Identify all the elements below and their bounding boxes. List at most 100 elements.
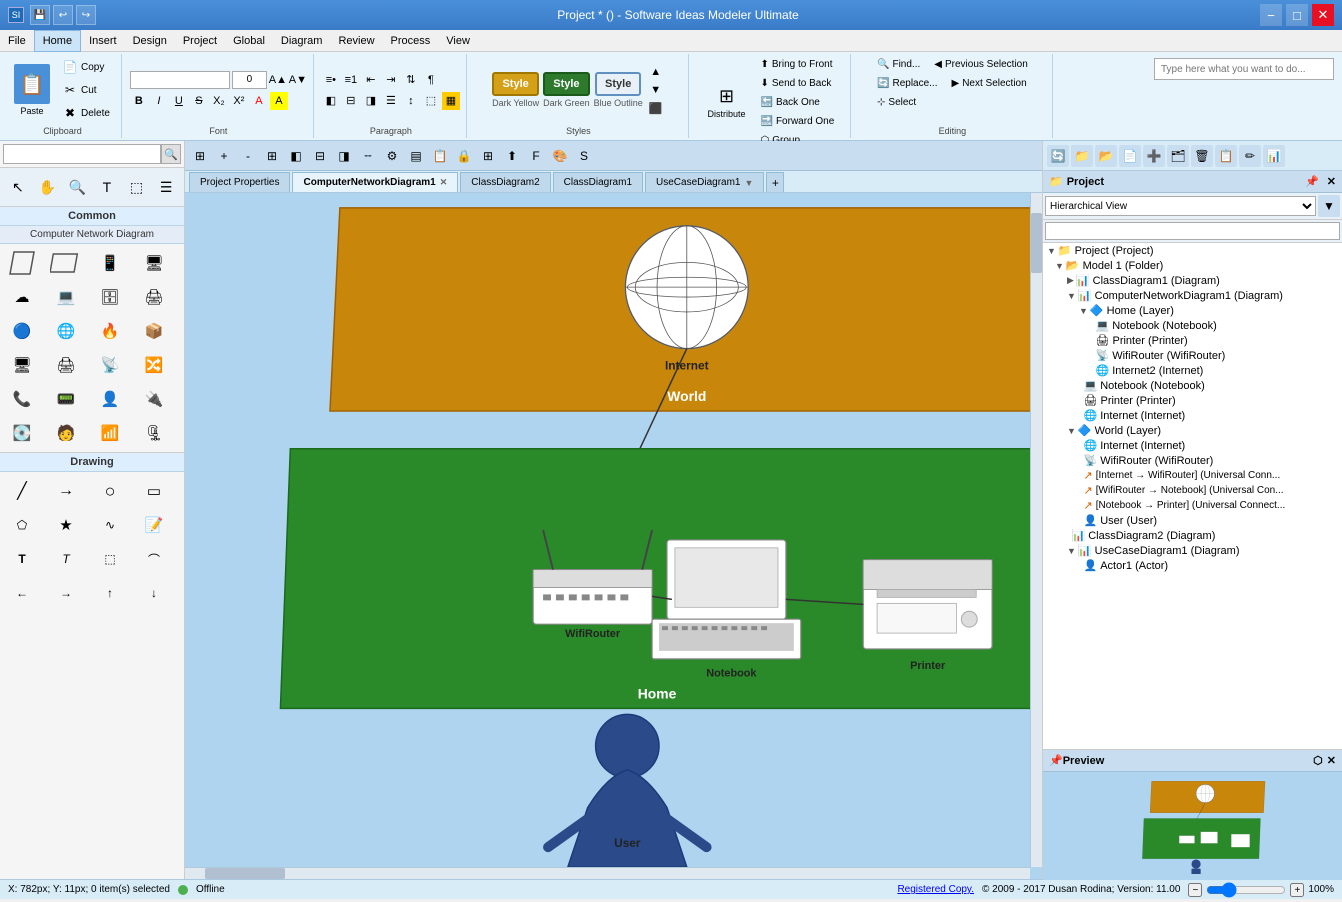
- style-btn2[interactable]: S: [573, 145, 595, 167]
- shape-globe[interactable]: 🌐: [47, 315, 85, 347]
- draw-arrow[interactable]: →: [47, 475, 85, 507]
- shape-cylinder[interactable]: 🔵: [3, 315, 41, 347]
- rp-btn3[interactable]: 📂: [1095, 145, 1117, 167]
- canvas-vscroll[interactable]: [1030, 193, 1042, 867]
- text-tool[interactable]: T: [93, 171, 121, 203]
- fill-button[interactable]: ▦: [442, 92, 460, 110]
- tree-view-selector[interactable]: Hierarchical View Flat View: [1045, 196, 1316, 216]
- menu-file[interactable]: File: [0, 30, 34, 52]
- rp-btn7[interactable]: 🗑: [1191, 145, 1213, 167]
- draw-text[interactable]: T: [3, 543, 41, 575]
- ribbon-search-input[interactable]: [1154, 58, 1334, 80]
- table-btn[interactable]: ⊞: [477, 145, 499, 167]
- border-button[interactable]: ⬚: [422, 92, 440, 110]
- menu-review[interactable]: Review: [330, 30, 382, 52]
- list-tool[interactable]: ☰: [152, 171, 180, 203]
- paste-button[interactable]: 📋 Paste: [10, 61, 54, 119]
- shape-device1[interactable]: [47, 247, 85, 279]
- tab-project-properties[interactable]: Project Properties: [189, 172, 290, 192]
- shape-fire[interactable]: 🔥: [91, 315, 129, 347]
- tree-internet3[interactable]: 🌐 Internet (Internet): [1043, 408, 1342, 423]
- strikethrough-button[interactable]: S: [190, 92, 208, 110]
- draw-star[interactable]: ★: [47, 509, 85, 541]
- shape-hub[interactable]: 🔌: [135, 383, 173, 415]
- shape-network[interactable]: [3, 247, 41, 279]
- shape-box[interactable]: 📦: [135, 315, 173, 347]
- tab-class-diagram2[interactable]: ClassDiagram2: [460, 172, 550, 192]
- font-shrink-button[interactable]: A▼: [289, 71, 307, 89]
- font-btn2[interactable]: F: [525, 145, 547, 167]
- shape-phone[interactable]: 📞: [3, 383, 41, 415]
- menu-process[interactable]: Process: [383, 30, 439, 52]
- tree-conn3[interactable]: ↗ [Notebook → Printer] (Universal Connec…: [1043, 498, 1342, 513]
- tree-wifi2[interactable]: 📡 WifiRouter (WifiRouter): [1043, 453, 1342, 468]
- canvas-hscroll[interactable]: [185, 867, 1030, 879]
- underline-button[interactable]: U: [170, 92, 188, 110]
- shape-cloud[interactable]: ☁: [3, 281, 41, 313]
- draw-rect[interactable]: ▭: [135, 475, 173, 507]
- tree-internet2[interactable]: 🌐 Internet2 (Internet): [1043, 363, 1342, 378]
- tree-notebook1[interactable]: 💻 Notebook (Notebook): [1043, 318, 1342, 333]
- tree-model1[interactable]: ▼ 📂 Model 1 (Folder): [1043, 258, 1342, 273]
- tree-internet4[interactable]: 🌐 Internet (Internet): [1043, 438, 1342, 453]
- tab-use-case[interactable]: UseCaseDiagram1 ▼: [645, 172, 764, 192]
- add-tab-button[interactable]: +: [766, 172, 784, 192]
- distribute-button[interactable]: ⊞ Distribute: [702, 74, 752, 132]
- toggle-grid-button[interactable]: ⊞: [261, 145, 283, 167]
- shape-user2[interactable]: 👤: [91, 383, 129, 415]
- tree-classdiagram2[interactable]: 📊 ClassDiagram2 (Diagram): [1043, 528, 1342, 543]
- style-blue-outline-button[interactable]: Style: [595, 72, 641, 96]
- minimize-button[interactable]: −: [1260, 4, 1282, 26]
- tree-conn2[interactable]: ↗ [WifiRouter → Notebook] (Universal Con…: [1043, 483, 1342, 498]
- shape-server[interactable]: 🖥: [135, 247, 173, 279]
- rp-btn5[interactable]: ➕: [1143, 145, 1165, 167]
- shape-router[interactable]: 📡: [91, 349, 129, 381]
- rp-btn2[interactable]: 📁: [1071, 145, 1093, 167]
- menu-view[interactable]: View: [438, 30, 478, 52]
- tab-cnd-close[interactable]: ✕: [440, 177, 448, 188]
- find-button[interactable]: 🔍 Find...: [872, 56, 925, 73]
- frame-tool[interactable]: ⬚: [123, 171, 151, 203]
- outdent-button[interactable]: ⇤: [362, 71, 380, 89]
- zoom-slider[interactable]: [1206, 882, 1286, 898]
- previous-selection-button[interactable]: ◀ Previous Selection: [929, 56, 1033, 73]
- superscript-button[interactable]: X²: [230, 92, 248, 110]
- menu-home[interactable]: Home: [34, 30, 81, 52]
- draw-ellipse[interactable]: ○: [91, 475, 129, 507]
- menu-diagram[interactable]: Diagram: [273, 30, 331, 52]
- zoom-out-status[interactable]: −: [1188, 883, 1202, 897]
- align-right-diagram-btn[interactable]: ◨: [333, 145, 355, 167]
- tab-class-diagram1[interactable]: ClassDiagram1: [553, 172, 643, 192]
- send-to-back-button[interactable]: ⬇ Send to Back: [756, 75, 840, 92]
- delete-button[interactable]: ✖ Delete: [57, 102, 115, 124]
- font-grow-button[interactable]: A▲: [269, 71, 287, 89]
- draw-right-arrow[interactable]: →: [47, 577, 85, 609]
- styles-scroll-up[interactable]: ▲: [647, 63, 665, 81]
- styles-scroll-down[interactable]: ▼: [647, 81, 665, 99]
- shape-tablet[interactable]: 📟: [47, 383, 85, 415]
- tab-computer-network[interactable]: ComputerNetworkDiagram1 ✕: [292, 172, 458, 192]
- fit-page-button[interactable]: ⊞: [189, 145, 211, 167]
- draw-up-arrow[interactable]: ↑: [91, 577, 129, 609]
- tree-wifi1[interactable]: 📡 WifiRouter (WifiRouter): [1043, 348, 1342, 363]
- zoom-in-status[interactable]: +: [1290, 883, 1304, 897]
- redo-button[interactable]: ↪: [76, 5, 96, 25]
- forward-one-button[interactable]: 🔜 Forward One: [756, 113, 840, 130]
- color-btn2[interactable]: 🎨: [549, 145, 571, 167]
- back-one-button[interactable]: 🔙 Back One: [756, 94, 840, 111]
- menu-project[interactable]: Project: [175, 30, 225, 52]
- highlight-button[interactable]: A: [270, 92, 288, 110]
- lock-btn[interactable]: 🔒: [453, 145, 475, 167]
- menu-insert[interactable]: Insert: [81, 30, 125, 52]
- shape-monitor[interactable]: 🖥: [3, 349, 41, 381]
- tree-cnd1[interactable]: ▼ 📊 ComputerNetworkDiagram1 (Diagram): [1043, 288, 1342, 303]
- preview-dock-button[interactable]: ⬡: [1313, 754, 1323, 767]
- search-button[interactable]: 🔍: [161, 144, 181, 164]
- subscript-button[interactable]: X₂: [210, 92, 228, 110]
- draw-box[interactable]: ⬚: [91, 543, 129, 575]
- fontcolor-button[interactable]: A: [250, 92, 268, 110]
- rp-btn1[interactable]: 🔄: [1047, 145, 1069, 167]
- draw-note[interactable]: 📝: [135, 509, 173, 541]
- tree-classdiagram1[interactable]: ▶ 📊 ClassDiagram1 (Diagram): [1043, 273, 1342, 288]
- align-center-button[interactable]: ⊟: [342, 92, 360, 110]
